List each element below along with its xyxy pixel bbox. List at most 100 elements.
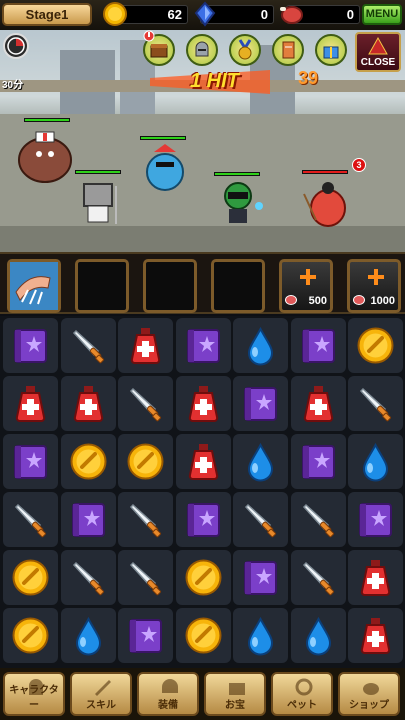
sword-tile[interactable] bbox=[60, 550, 116, 605]
book-tile[interactable] bbox=[118, 608, 173, 663]
ogre-hero[interactable] bbox=[14, 126, 76, 186]
book-tile[interactable] bbox=[290, 434, 346, 489]
skill-slot-1[interactable] bbox=[7, 259, 61, 313]
sword-tile[interactable] bbox=[118, 492, 173, 547]
skill-slot-3[interactable] bbox=[143, 259, 197, 313]
nav-character[interactable]: キャラクター bbox=[3, 672, 65, 716]
sword-tile[interactable] bbox=[118, 550, 173, 605]
gem-value: 0 bbox=[260, 7, 268, 22]
combo-counter: 39 bbox=[298, 68, 319, 88]
potion-icon bbox=[15, 386, 46, 422]
meat-icon bbox=[280, 6, 303, 24]
drop-tile[interactable] bbox=[60, 608, 116, 663]
coin-tile[interactable] bbox=[175, 550, 231, 605]
drop-icon bbox=[247, 616, 274, 656]
book-tile[interactable] bbox=[233, 376, 288, 431]
potion-tile[interactable] bbox=[348, 550, 403, 605]
meat-icon bbox=[353, 295, 365, 305]
book-tile[interactable] bbox=[175, 318, 231, 373]
potion-tile[interactable] bbox=[290, 376, 346, 431]
bucket-knight-hero[interactable] bbox=[76, 176, 122, 226]
book-tile[interactable] bbox=[60, 492, 116, 547]
book-tile[interactable] bbox=[175, 492, 231, 547]
sword-tile[interactable] bbox=[348, 376, 403, 431]
menu-button[interactable]: MENU bbox=[362, 4, 402, 25]
sword-tile[interactable] bbox=[3, 492, 58, 547]
book-tile[interactable] bbox=[348, 492, 403, 547]
sword-icon bbox=[129, 503, 162, 538]
sword-tile[interactable] bbox=[290, 550, 346, 605]
coin-tile[interactable] bbox=[3, 608, 58, 663]
helmet-hp-bar bbox=[214, 172, 260, 176]
gift-shortcut[interactable] bbox=[315, 34, 347, 66]
knight-shortcut[interactable] bbox=[186, 34, 218, 66]
potion-tile[interactable] bbox=[175, 434, 231, 489]
book-icon bbox=[129, 619, 162, 653]
buy-slot-1000[interactable]: 1000 bbox=[347, 259, 401, 313]
book-tile[interactable] bbox=[290, 318, 346, 373]
red-imp-enemy[interactable] bbox=[300, 176, 352, 230]
nav-shop[interactable]: ショップ bbox=[338, 672, 400, 716]
sword-tile[interactable] bbox=[290, 492, 346, 547]
potion-tile[interactable] bbox=[60, 376, 116, 431]
potion-tile[interactable] bbox=[175, 376, 231, 431]
nav-label: 装備 bbox=[158, 700, 178, 711]
timer-label: 30分 bbox=[2, 80, 24, 91]
nav-equipment[interactable]: 装備 bbox=[137, 672, 199, 716]
drop-tile[interactable] bbox=[233, 434, 288, 489]
coin-tile[interactable] bbox=[348, 318, 403, 373]
sword-tile[interactable] bbox=[233, 492, 288, 547]
potion-tile[interactable] bbox=[348, 608, 403, 663]
nav-treasure[interactable]: お宝 bbox=[204, 672, 266, 716]
book-tile[interactable] bbox=[233, 550, 288, 605]
potion-icon bbox=[130, 328, 161, 364]
potion-tile[interactable] bbox=[3, 376, 58, 431]
scroll-shortcut[interactable] bbox=[272, 34, 304, 66]
alert-icon bbox=[143, 30, 155, 42]
gem-icon bbox=[194, 1, 216, 27]
book-icon bbox=[14, 445, 47, 479]
coin-tile[interactable] bbox=[175, 608, 231, 663]
coin-tile[interactable] bbox=[60, 434, 116, 489]
coin-icon bbox=[12, 617, 49, 654]
meat-icon bbox=[285, 295, 297, 305]
coin-tile[interactable] bbox=[3, 550, 58, 605]
pot-icon bbox=[363, 683, 379, 695]
nav-skill[interactable]: スキル bbox=[70, 672, 132, 716]
buy-slot-500[interactable]: 500 bbox=[279, 259, 333, 313]
coin-tile[interactable] bbox=[118, 434, 173, 489]
blue-knight-hero[interactable] bbox=[140, 142, 190, 194]
battle-scene: 30分 CLOSE 1 HIT 39 3 bbox=[0, 30, 405, 252]
book-tile[interactable] bbox=[3, 318, 58, 373]
skill-slot-bar: 500 1000 bbox=[0, 252, 405, 314]
book-tile[interactable] bbox=[3, 434, 58, 489]
drop-tile[interactable] bbox=[348, 434, 403, 489]
skill-slot-2[interactable] bbox=[75, 259, 129, 313]
drop-tile[interactable] bbox=[233, 608, 288, 663]
blue-knight-hp-bar bbox=[140, 136, 186, 140]
nav-label: お宝 bbox=[225, 700, 245, 711]
potion-icon bbox=[360, 560, 391, 596]
book-icon bbox=[71, 503, 105, 537]
potion-icon bbox=[73, 386, 103, 422]
sword-tile[interactable] bbox=[60, 318, 116, 373]
potion-tile[interactable] bbox=[118, 318, 173, 373]
coin-icon bbox=[70, 443, 106, 480]
slot-cost: 1000 bbox=[370, 295, 395, 307]
boss-emblem-icon bbox=[368, 36, 388, 55]
auto-timer-button[interactable] bbox=[3, 33, 29, 59]
book-icon bbox=[359, 503, 392, 537]
skill-slot-4[interactable] bbox=[211, 259, 265, 313]
close-button[interactable]: CLOSE bbox=[355, 32, 401, 72]
ogre-hp-bar bbox=[24, 118, 70, 122]
drop-tile[interactable] bbox=[290, 608, 346, 663]
medal-shortcut[interactable] bbox=[229, 34, 261, 66]
sword-icon bbox=[359, 387, 392, 422]
drop-tile[interactable] bbox=[233, 318, 288, 373]
drop-icon bbox=[247, 326, 274, 366]
plus-icon bbox=[368, 269, 384, 285]
nav-pet[interactable]: ペット bbox=[271, 672, 333, 716]
book-icon bbox=[14, 329, 47, 363]
helmet-hero[interactable] bbox=[216, 178, 266, 228]
sword-tile[interactable] bbox=[118, 376, 173, 431]
